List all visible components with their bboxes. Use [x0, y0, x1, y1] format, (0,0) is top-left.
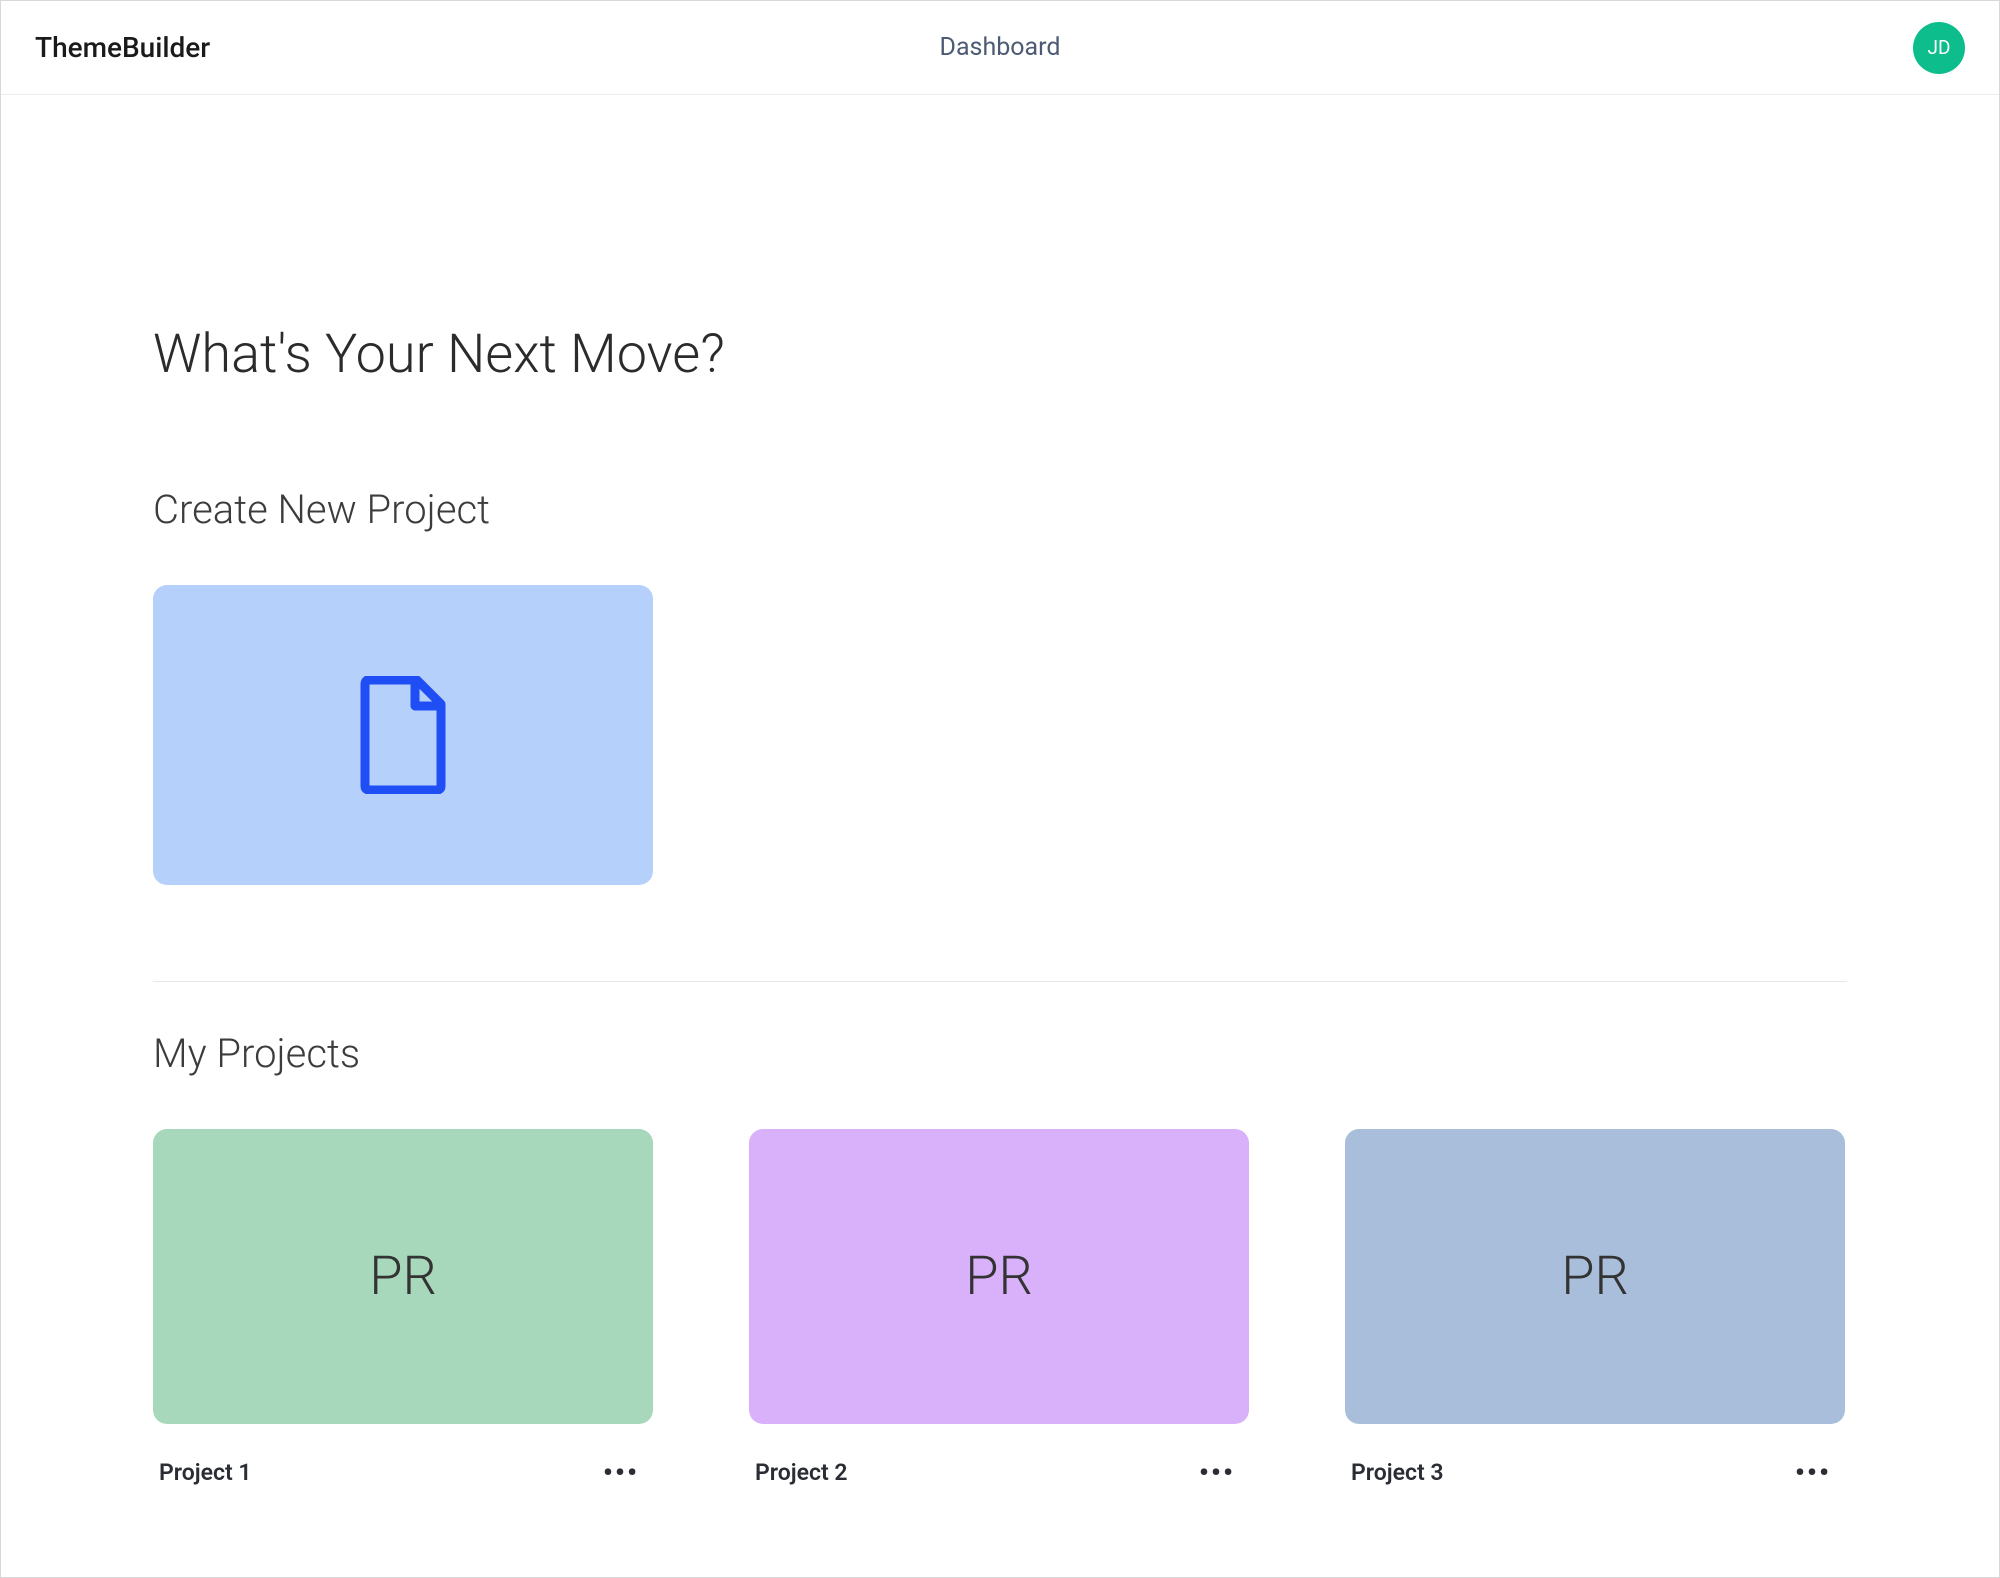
page-label: Dashboard	[940, 33, 1061, 62]
header-right: JD	[1913, 22, 1965, 74]
project-card-label: PR	[369, 1245, 437, 1308]
project-footer: Project 1 •••	[153, 1452, 653, 1493]
my-projects-title: My Projects	[153, 1030, 1847, 1077]
project-footer: Project 2 •••	[749, 1452, 1249, 1493]
create-section-title: Create New Project	[153, 486, 1847, 533]
file-icon	[357, 676, 449, 794]
main-content: What's Your Next Move? Create New Projec…	[1, 95, 1999, 1577]
project-item: PR Project 1 •••	[153, 1129, 653, 1493]
app-name: ThemeBuilder	[35, 31, 210, 64]
project-card-label: PR	[965, 1245, 1033, 1308]
project-card[interactable]: PR	[749, 1129, 1249, 1424]
header: ThemeBuilder Dashboard JD	[1, 1, 1999, 95]
project-footer: Project 3 •••	[1345, 1452, 1845, 1493]
project-card[interactable]: PR	[153, 1129, 653, 1424]
more-icon[interactable]: •••	[595, 1452, 647, 1493]
app-window: ThemeBuilder Dashboard JD What's Your Ne…	[0, 0, 2000, 1578]
project-name: Project 2	[755, 1459, 848, 1486]
more-icon[interactable]: •••	[1191, 1452, 1243, 1493]
page-title: What's Your Next Move?	[153, 323, 1847, 386]
projects-row: PR Project 1 ••• PR Project 2 ••• PR	[153, 1129, 1847, 1493]
project-item: PR Project 3 •••	[1345, 1129, 1845, 1493]
create-new-project-card[interactable]	[153, 585, 653, 885]
project-name: Project 1	[159, 1459, 252, 1486]
project-name: Project 3	[1351, 1459, 1444, 1486]
avatar[interactable]: JD	[1913, 22, 1965, 74]
section-divider	[153, 981, 1847, 982]
project-item: PR Project 2 •••	[749, 1129, 1249, 1493]
project-card-label: PR	[1561, 1245, 1629, 1308]
more-icon[interactable]: •••	[1787, 1452, 1839, 1493]
project-card[interactable]: PR	[1345, 1129, 1845, 1424]
